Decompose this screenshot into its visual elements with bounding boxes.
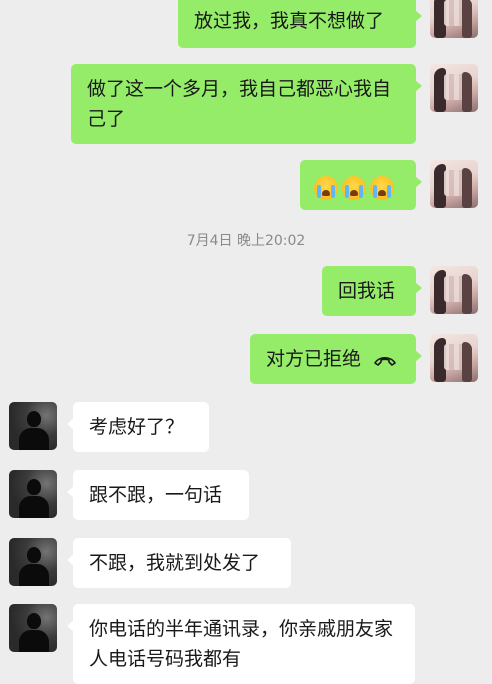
message-bubble[interactable]: 跟不跟，一句话 <box>67 470 249 520</box>
message-bubble[interactable]: 你电话的半年通讯录，你亲戚朋友家人电话号码我都有 <box>67 604 415 684</box>
message-bubble[interactable]: 放过我，我真不想做了 <box>178 0 422 48</box>
avatar[interactable] <box>430 160 478 208</box>
message-bubble[interactable]: 回我话 <box>322 266 422 316</box>
message-row: 回我话 <box>0 266 492 316</box>
avatar[interactable] <box>9 604 57 652</box>
message-bubble[interactable] <box>300 160 422 210</box>
call-declined-bubble[interactable]: 对方已拒绝 <box>250 334 422 384</box>
message-row <box>0 160 492 210</box>
avatar[interactable] <box>430 0 478 38</box>
message-row: 不跟，我就到处发了 <box>0 538 492 588</box>
avatar[interactable] <box>430 334 478 382</box>
message-row: 对方已拒绝 <box>0 334 492 384</box>
message-bubble[interactable]: 考虑好了？ <box>67 402 209 452</box>
message-text: 对方已拒绝 <box>266 348 362 370</box>
message-bubble[interactable]: 做了这一个多月，我自己都恶心我自己了 <box>71 64 422 144</box>
avatar[interactable] <box>9 470 57 518</box>
message-text: 你电话的半年通讯录，你亲戚朋友家人电话号码我都有 <box>89 618 394 670</box>
message-row: 跟不跟，一句话 <box>0 470 492 520</box>
message-timestamp: 7月4日 晚上20:02 <box>186 233 306 249</box>
message-row: 考虑好了？ <box>0 402 492 452</box>
avatar[interactable] <box>430 266 478 314</box>
avatar[interactable] <box>9 402 57 450</box>
message-text: 不跟，我就到处发了 <box>89 552 261 574</box>
message-text: 跟不跟，一句话 <box>89 484 223 506</box>
message-text: 做了这一个多月，我自己都恶心我自己了 <box>87 78 392 130</box>
avatar[interactable] <box>9 538 57 586</box>
message-row: 做了这一个多月，我自己都恶心我自己了 <box>0 64 492 144</box>
message-row: 放过我，我真不想做了 <box>0 0 492 48</box>
avatar[interactable] <box>430 64 478 112</box>
crying-face-emoji <box>342 175 366 200</box>
crying-face-emoji <box>314 175 338 200</box>
message-text: 放过我，我真不想做了 <box>194 10 385 32</box>
message-bubble[interactable]: 不跟，我就到处发了 <box>67 538 291 588</box>
message-text: 回我话 <box>338 280 396 302</box>
crying-face-emoji <box>370 175 394 200</box>
message-text: 考虑好了？ <box>89 416 185 438</box>
phone-hangup-icon <box>374 356 396 366</box>
message-row: 你电话的半年通讯录，你亲戚朋友家人电话号码我都有 <box>0 604 492 684</box>
